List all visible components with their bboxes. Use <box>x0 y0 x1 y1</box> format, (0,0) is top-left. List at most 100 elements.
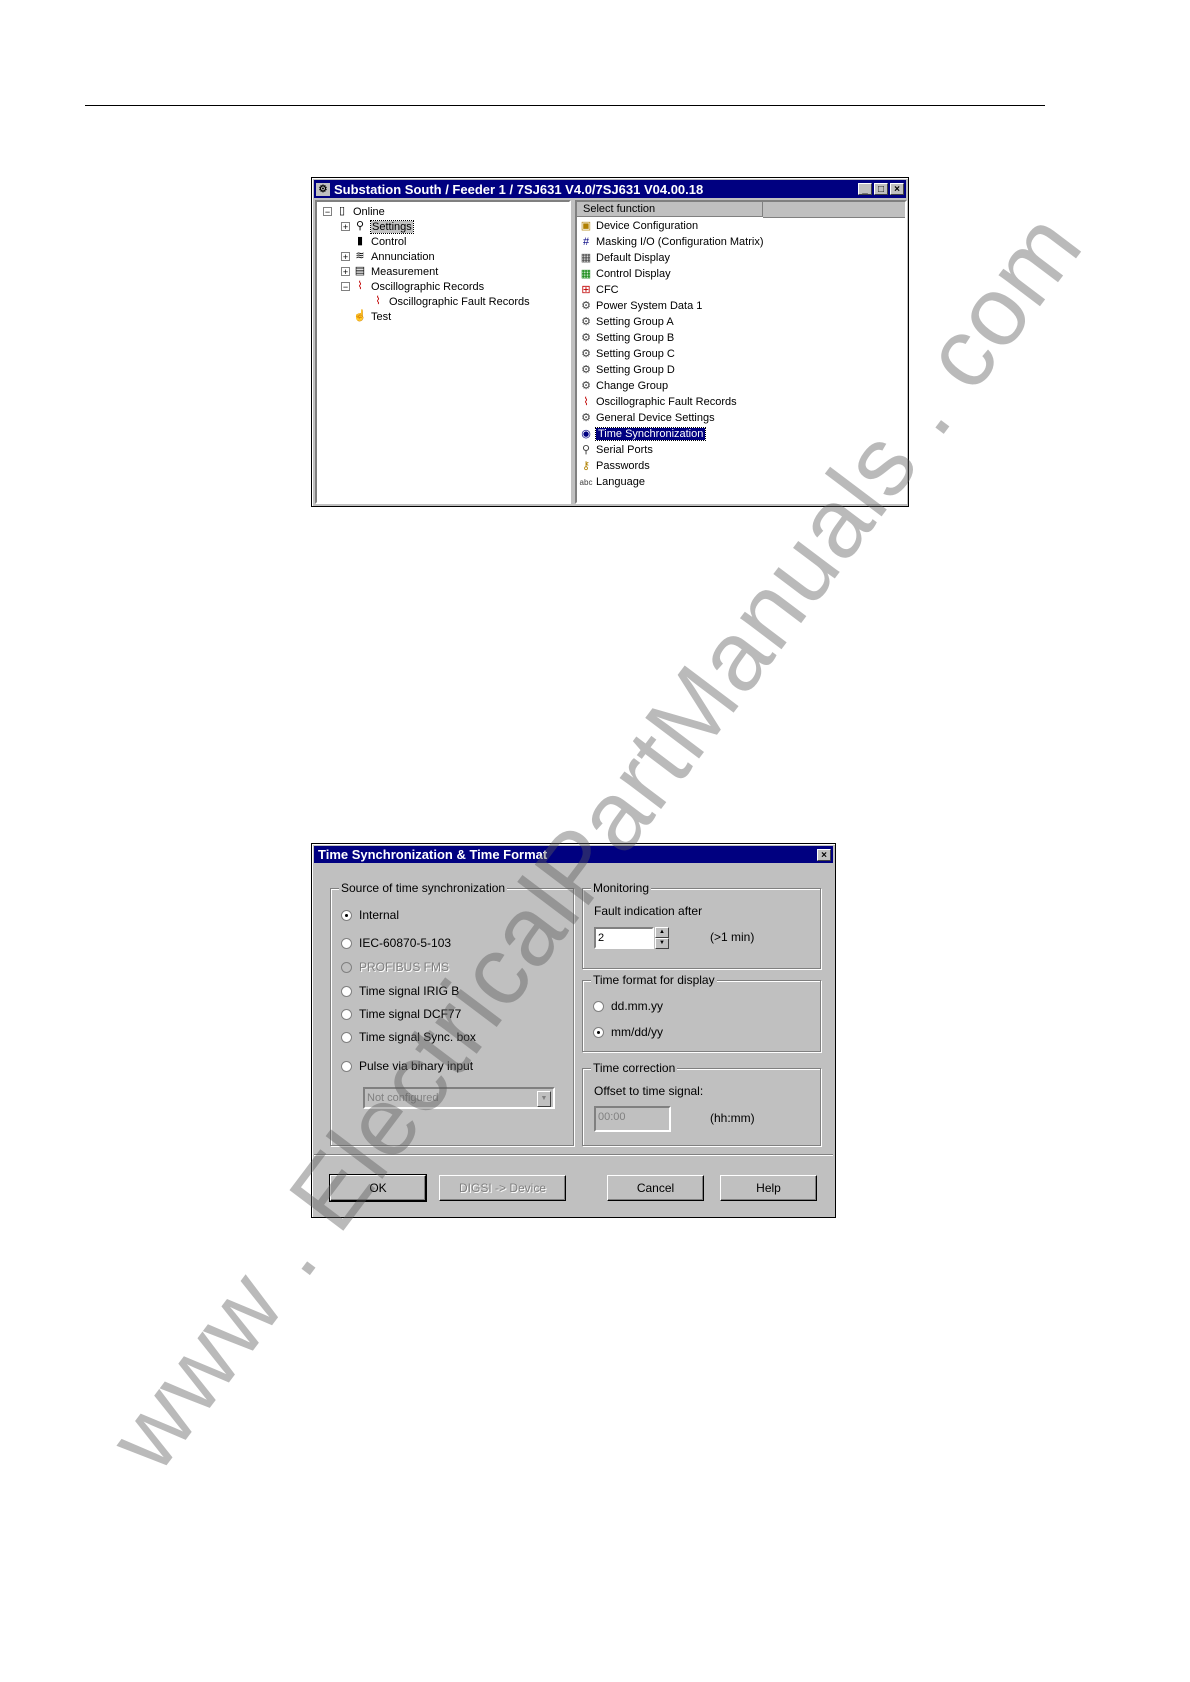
list-item[interactable]: ▣ Device Configuration <box>579 218 698 234</box>
serial-ports-icon: ⚲ <box>581 443 591 456</box>
key-icon: ⚷ <box>581 459 591 472</box>
tree-item-oscillographic-records[interactable]: − ⌇ Oscillographic Records <box>341 279 484 294</box>
digsi-device-window: ⚙ Substation South / Feeder 1 / 7SJ631 V… <box>311 177 909 507</box>
list-item[interactable]: ⚷ Passwords <box>579 458 650 474</box>
close-icon[interactable]: × <box>817 848 831 861</box>
list-item[interactable]: ⚙ Setting Group B <box>579 330 674 346</box>
general-settings-icon: ⚙ <box>581 411 591 424</box>
change-group-icon: ⚙ <box>581 379 591 392</box>
radio-button[interactable] <box>341 1008 352 1020</box>
fault-indication-spinner[interactable]: ▲ ▼ <box>655 927 669 949</box>
binary-input-select: Not configured ▼ <box>363 1087 555 1109</box>
setting-group-icon: ⚙ <box>581 315 591 328</box>
expand-icon[interactable]: + <box>341 252 350 262</box>
list-item[interactable]: ⚙ Setting Group D <box>579 362 675 378</box>
radio-label: Time signal IRIG B <box>359 984 460 998</box>
column-header-select-function[interactable]: Select function <box>577 202 763 217</box>
list-item-label: Serial Ports <box>596 444 653 456</box>
radio-iec-60870-5-103[interactable]: IEC-60870-5-103 <box>341 936 451 950</box>
list-item-label: Oscillographic Fault Records <box>596 396 737 408</box>
list-item[interactable]: ⚲ Serial Ports <box>579 442 653 458</box>
tree-item-label: Oscillographic Fault Records <box>389 295 530 308</box>
list-item[interactable]: ⚙ Change Group <box>579 378 668 394</box>
expand-icon[interactable]: + <box>341 222 350 232</box>
app-icon: ⚙ <box>316 182 330 196</box>
list-item[interactable]: # Masking I/O (Configuration Matrix) <box>579 234 764 250</box>
radio-button[interactable] <box>593 1000 604 1012</box>
list-item[interactable]: ⚙ Setting Group C <box>579 346 675 362</box>
list-item[interactable]: ▦ Default Display <box>579 250 670 266</box>
setting-group-icon: ⚙ <box>581 363 591 376</box>
radio-dcf77[interactable]: Time signal DCF77 <box>341 1007 461 1021</box>
language-icon: abc <box>579 477 593 487</box>
radio-button[interactable] <box>593 1026 604 1038</box>
radio-sync-box[interactable]: Time signal Sync. box <box>341 1030 476 1044</box>
list-item[interactable]: ⚙ Setting Group A <box>579 314 674 330</box>
list-item-label: Default Display <box>596 252 670 264</box>
input-value: 00:00 <box>598 1111 626 1123</box>
radio-label: Time signal Sync. box <box>359 1030 476 1044</box>
cancel-button[interactable]: Cancel <box>607 1175 704 1201</box>
tree-item-online[interactable]: − ▯ Online <box>323 204 385 219</box>
collapse-icon[interactable]: − <box>323 207 332 217</box>
list-item[interactable]: ⊞ CFC <box>579 282 618 298</box>
radio-button[interactable] <box>341 1060 352 1072</box>
power-system-icon: ⚙ <box>581 299 591 312</box>
hand-icon: ☝ <box>353 310 367 322</box>
navigation-tree[interactable]: − ▯ Online + ⚲ Settings ▮ Control + ≋ An… <box>315 200 571 504</box>
tree-item-settings[interactable]: + ⚲ Settings <box>341 219 414 234</box>
group-label: Source of time synchronization <box>339 881 508 895</box>
radio-mm-dd-yy[interactable]: mm/dd/yy <box>593 1025 663 1039</box>
list-item[interactable]: ⚙ Power System Data 1 <box>579 298 702 314</box>
window-titlebar[interactable]: ⚙ Substation South / Feeder 1 / 7SJ631 V… <box>314 180 906 198</box>
device-icon: ▯ <box>338 205 346 217</box>
list-item[interactable]: ⌇ Oscillographic Fault Records <box>579 394 737 410</box>
list-item-label: Setting Group A <box>596 316 674 328</box>
collapse-icon[interactable]: − <box>341 282 350 292</box>
source-group: Source of time synchronization Internal … <box>330 881 574 1146</box>
spin-down-icon[interactable]: ▼ <box>655 938 669 949</box>
dialog-titlebar[interactable]: Time Synchronization & Time Format × <box>314 846 833 863</box>
expand-icon[interactable]: + <box>341 267 350 277</box>
list-item-label: Control Display <box>596 268 671 280</box>
maximize-icon[interactable]: □ <box>874 183 888 195</box>
spin-up-icon[interactable]: ▲ <box>655 927 669 938</box>
radio-button[interactable] <box>341 909 352 921</box>
radio-dd-mm-yy[interactable]: dd.mm.yy <box>593 999 663 1013</box>
monitoring-unit: (>1 min) <box>710 930 755 944</box>
tree-item-oscillographic-fault-records[interactable]: ⌇ Oscillographic Fault Records <box>371 294 530 309</box>
tree-item-label: Measurement <box>371 265 439 278</box>
list-item-label: Power System Data 1 <box>596 300 703 312</box>
ok-button[interactable]: OK <box>329 1174 427 1202</box>
radio-binary-input[interactable]: Pulse via binary input <box>341 1059 473 1073</box>
function-list[interactable]: Select function ▣ Device Configuration # M… <box>575 200 907 504</box>
input-value: 2 <box>598 932 605 944</box>
window-title: Substation South / Feeder 1 / 7SJ631 V4.… <box>334 181 704 197</box>
list-item-selected[interactable]: ◉ Time Synchronization <box>579 426 707 442</box>
radio-button[interactable] <box>341 985 352 997</box>
radio-button[interactable] <box>341 1031 352 1043</box>
list-item[interactable]: abc Language <box>579 474 645 490</box>
tree-item-control[interactable]: ▮ Control <box>353 234 407 249</box>
tree-item-annunciation[interactable]: + ≋ Annunciation <box>341 249 435 264</box>
oscillograph-icon: ⌇ <box>357 280 363 292</box>
radio-irig-b[interactable]: Time signal IRIG B <box>341 984 459 998</box>
time-format-group: Time format for display dd.mm.yy mm/dd/y… <box>582 973 821 1052</box>
radio-label: PROFIBUS FMS <box>359 960 450 974</box>
group-label: Monitoring <box>591 881 652 895</box>
radio-label: Internal <box>359 908 400 922</box>
list-item[interactable]: ▦ Control Display <box>579 266 671 282</box>
display-icon: ▦ <box>580 251 592 264</box>
list-item-label: Language <box>596 476 645 488</box>
help-button[interactable]: Help <box>720 1175 817 1201</box>
list-item[interactable]: ⚙ General Device Settings <box>579 410 715 426</box>
close-icon[interactable]: × <box>890 183 904 195</box>
minimize-icon[interactable]: _ <box>858 183 872 195</box>
radio-button[interactable] <box>341 937 352 949</box>
fault-indication-input[interactable]: 2 <box>594 927 654 949</box>
radio-button <box>341 961 352 973</box>
tree-item-test[interactable]: ☝ Test <box>353 309 391 324</box>
radio-internal[interactable]: Internal <box>341 908 399 922</box>
tree-item-measurement[interactable]: + ▤ Measurement <box>341 264 438 279</box>
settings-icon: ⚲ <box>355 220 365 232</box>
